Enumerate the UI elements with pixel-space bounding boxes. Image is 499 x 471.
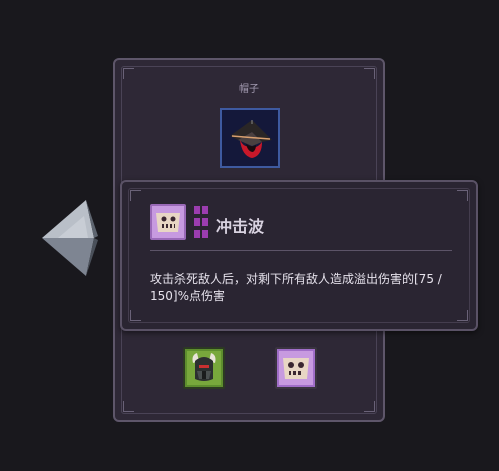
hat-icon — [230, 120, 272, 158]
tier-indicator — [194, 206, 208, 238]
tooltip-divider — [150, 250, 452, 251]
panel-corner — [123, 401, 134, 412]
scroll-icon — [152, 206, 184, 238]
prev-arrow-button[interactable] — [40, 196, 100, 278]
skill-name: 冲击波 — [216, 217, 265, 236]
arrow-left-icon — [42, 200, 98, 276]
ability-slot-2[interactable] — [275, 347, 317, 389]
tooltip-corner — [457, 310, 468, 321]
equipped-item-slot[interactable] — [220, 108, 280, 168]
skill-tooltip: 冲击波 攻击杀死敌人后，对剩下所有敌人造成溢出伤害的[75 / 150]%点伤害 — [120, 180, 478, 331]
tooltip-corner — [130, 190, 141, 201]
tier-bar — [194, 218, 200, 226]
tier-bar — [202, 230, 208, 238]
tooltip-corner — [130, 310, 141, 321]
tier-bar — [194, 230, 200, 238]
tier-bar — [194, 206, 200, 214]
tier-bar — [202, 206, 208, 214]
panel-corner — [364, 68, 375, 79]
horned-helmet-icon — [185, 349, 223, 387]
panel-title: 帽子 — [239, 84, 259, 95]
panel-corner — [123, 68, 134, 79]
ability-slot-1[interactable] — [183, 347, 225, 389]
tooltip-corner — [457, 190, 468, 201]
skill-icon-frame — [150, 204, 186, 240]
scroll-icon — [277, 349, 315, 387]
tier-bar — [202, 218, 208, 226]
skill-description: 攻击杀死敌人后，对剩下所有敌人造成溢出伤害的[75 / 150]%点伤害 — [150, 272, 442, 303]
panel-corner — [364, 401, 375, 412]
